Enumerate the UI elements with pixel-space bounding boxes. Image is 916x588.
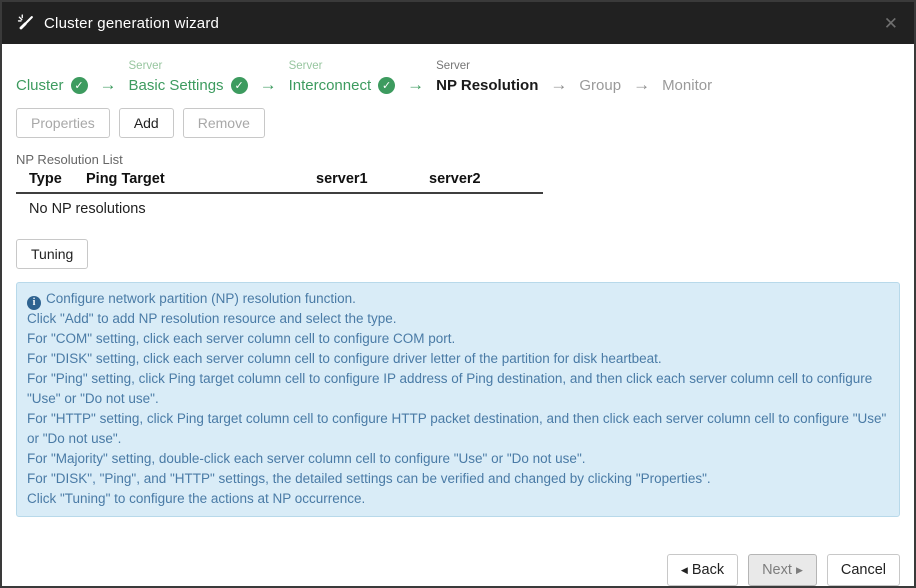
step-label: Basic Settings: [129, 77, 224, 94]
step-category-label: Server: [129, 58, 248, 74]
remove-button[interactable]: Remove: [183, 108, 265, 138]
close-icon[interactable]: ✕: [884, 15, 898, 32]
step-arrow-icon: →: [621, 74, 662, 96]
info-line: For "HTTP" setting, click Ping target co…: [27, 409, 889, 449]
wizard-step-group: Group: [579, 58, 621, 96]
wizard-steps: Cluster✓→ServerBasic Settings✓→ServerInt…: [16, 58, 900, 96]
wizard-step-cluster: Cluster ✓: [16, 58, 88, 96]
step-label: Interconnect: [289, 77, 372, 94]
back-arrow-icon: ◀: [681, 565, 688, 575]
info-line: iConfigure network partition (NP) resolu…: [27, 289, 889, 309]
np-toolbar: Properties Add Remove: [16, 108, 900, 138]
step-label: Group: [579, 77, 621, 94]
step-complete-icon: ✓: [231, 77, 248, 94]
step-category-label: [662, 58, 712, 74]
step-arrow-icon: →: [88, 74, 129, 96]
step-arrow-icon: →: [395, 74, 436, 96]
titlebar: Cluster generation wizard ✕: [2, 2, 914, 44]
column-header-ping-target: Ping Target: [86, 171, 316, 187]
info-line: Click "Tuning" to configure the actions …: [27, 489, 889, 509]
footer-buttons: ◀ Back Next ▶ Cancel: [2, 540, 914, 586]
wizard-step-interconnect: Server Interconnect ✓: [289, 58, 396, 96]
column-header-server1: server1: [316, 171, 429, 187]
info-line: For "DISK", "Ping", and "HTTP" settings,…: [27, 469, 889, 489]
next-arrow-icon: ▶: [796, 565, 803, 575]
properties-button[interactable]: Properties: [16, 108, 110, 138]
dialog-content: Cluster✓→ServerBasic Settings✓→ServerInt…: [2, 44, 914, 540]
wizard-step-np-resolution: Server NP Resolution: [436, 58, 538, 96]
info-line: For "Majority" setting, double-click eac…: [27, 449, 889, 469]
step-category-label: [579, 58, 621, 74]
magic-wand-icon: [16, 13, 36, 33]
table-empty-message: No NP resolutions: [16, 194, 543, 223]
step-complete-icon: ✓: [71, 77, 88, 94]
wizard-step-monitor: Monitor: [662, 58, 712, 96]
info-line: For "DISK" setting, click each server co…: [27, 349, 889, 369]
step-category-label: Server: [289, 58, 396, 74]
column-header-type: Type: [16, 171, 86, 187]
column-header-server2: server2: [429, 171, 481, 187]
next-button[interactable]: Next ▶: [748, 554, 817, 586]
back-button[interactable]: ◀ Back: [667, 554, 738, 586]
tuning-button[interactable]: Tuning: [16, 239, 88, 269]
step-arrow-icon: →: [248, 74, 289, 96]
step-label: Monitor: [662, 77, 712, 94]
info-line: Click "Add" to add NP resolution resourc…: [27, 309, 889, 329]
info-box: iConfigure network partition (NP) resolu…: [16, 282, 900, 517]
wizard-step-basic-settings: Server Basic Settings ✓: [129, 58, 248, 96]
info-icon: i: [27, 296, 41, 310]
step-complete-icon: ✓: [378, 77, 395, 94]
step-category-label: Server: [436, 58, 538, 74]
np-resolution-list-label: NP Resolution List: [16, 152, 900, 167]
info-line: For "COM" setting, click each server col…: [27, 329, 889, 349]
info-line: For "Ping" setting, click Ping target co…: [27, 369, 889, 409]
np-resolution-table: TypePing Targetserver1server2 No NP reso…: [16, 171, 543, 223]
table-header-row: TypePing Targetserver1server2: [16, 171, 543, 194]
step-arrow-icon: →: [538, 74, 579, 96]
cluster-generation-wizard-dialog: Cluster generation wizard ✕ Cluster✓→Ser…: [0, 0, 916, 588]
step-category-label: [16, 58, 88, 74]
step-label: Cluster: [16, 77, 64, 94]
window-title: Cluster generation wizard: [44, 15, 219, 32]
cancel-button[interactable]: Cancel: [827, 554, 900, 586]
add-button[interactable]: Add: [119, 108, 174, 138]
step-label: NP Resolution: [436, 77, 538, 94]
